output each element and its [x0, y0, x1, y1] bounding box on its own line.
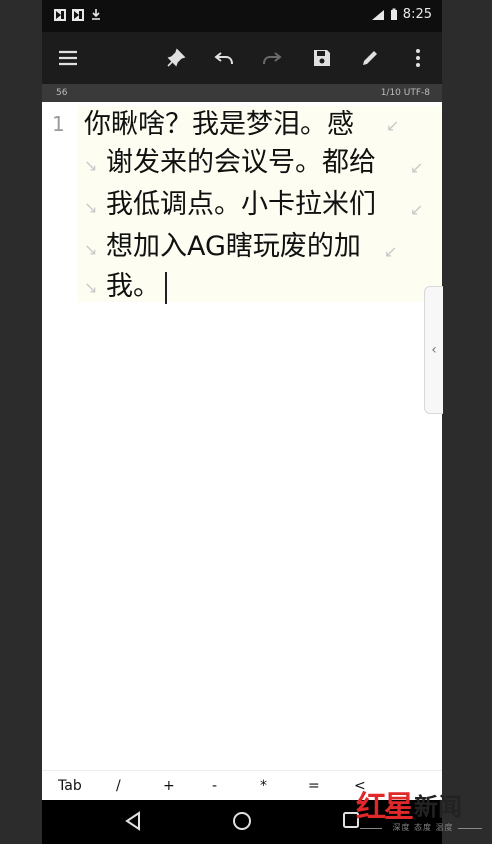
undo-button[interactable] — [210, 44, 238, 72]
text-line: 想加入AG瞎玩废的加 — [106, 231, 361, 262]
back-icon — [125, 811, 140, 831]
edit-icon — [363, 51, 377, 65]
redo-icon — [263, 52, 282, 65]
notification-icon — [54, 8, 66, 21]
battery-icon — [390, 8, 397, 20]
key-asterisk[interactable]: * — [260, 778, 267, 794]
pin-icon — [167, 48, 186, 67]
download-icon — [92, 9, 100, 20]
redo-button[interactable] — [258, 44, 286, 72]
menu-icon — [59, 50, 77, 66]
text-line: 谢发来的会议号。都给 — [106, 147, 376, 178]
save-button[interactable] — [308, 44, 336, 72]
wrap-arrow-icon: ↘ — [84, 156, 98, 175]
text-line: 你瞅啥？我是梦泪。感 — [84, 109, 354, 140]
notification-icon — [72, 8, 84, 21]
edit-button[interactable] — [356, 44, 384, 72]
wrap-arrow-icon: ↘ — [84, 278, 98, 297]
text-line: 我低调点。小卡拉米们 — [106, 189, 376, 220]
key-equals[interactable]: = — [308, 778, 320, 794]
key-slash[interactable]: / — [116, 778, 121, 794]
status-time: 8:25 — [402, 7, 432, 22]
status-right: 8:25 — [371, 7, 432, 22]
text-line: 我。 — [106, 271, 160, 302]
text-editor[interactable]: 1 你瞅啥？我是梦泪。感 谢发来的会议号。都给 我低调点。小卡拉米们 想加入AG… — [42, 102, 442, 770]
status-bar: 8:25 — [42, 0, 442, 32]
watermark-brand-red: 红星 — [356, 790, 414, 825]
wrap-arrow-icon: ↙ — [386, 116, 400, 135]
back-button[interactable] — [124, 811, 142, 835]
status-left-icons — [54, 8, 102, 21]
undo-icon — [214, 52, 233, 65]
char-count: 56 — [56, 88, 68, 98]
encoding-info: 1/10 UTF-8 — [380, 88, 430, 98]
signal-icon — [371, 9, 384, 20]
key-tab[interactable]: Tab — [58, 778, 82, 794]
home-icon — [233, 812, 251, 830]
home-button[interactable] — [232, 811, 252, 835]
line-number: 1 — [52, 112, 65, 136]
menu-button[interactable] — [54, 44, 82, 72]
wrap-arrow-icon: ↘ — [84, 240, 98, 259]
wrap-arrow-icon: ↙ — [410, 158, 424, 177]
more-vert-icon — [416, 49, 420, 67]
app-toolbar — [42, 32, 442, 84]
wrap-arrow-icon: ↘ — [84, 198, 98, 217]
wrap-arrow-icon: ↙ — [384, 242, 398, 261]
watermark-tagline: 深度 态度 温度 — [392, 823, 454, 832]
text-cursor — [165, 272, 167, 304]
watermark-logo: 红星 新闻 — [356, 782, 462, 826]
save-icon — [314, 50, 330, 66]
key-plus[interactable]: + — [163, 778, 175, 794]
side-panel-handle[interactable]: ‹ — [424, 286, 443, 414]
status-info-bar: 56 1/10 UTF-8 — [42, 84, 442, 102]
chevron-left-icon: ‹ — [431, 342, 437, 358]
watermark-brand-dark: 新闻 — [414, 791, 462, 821]
key-minus[interactable]: - — [212, 778, 217, 794]
more-button[interactable] — [404, 44, 432, 72]
wrap-arrow-icon: ↙ — [410, 200, 424, 219]
pin-button[interactable] — [162, 44, 190, 72]
